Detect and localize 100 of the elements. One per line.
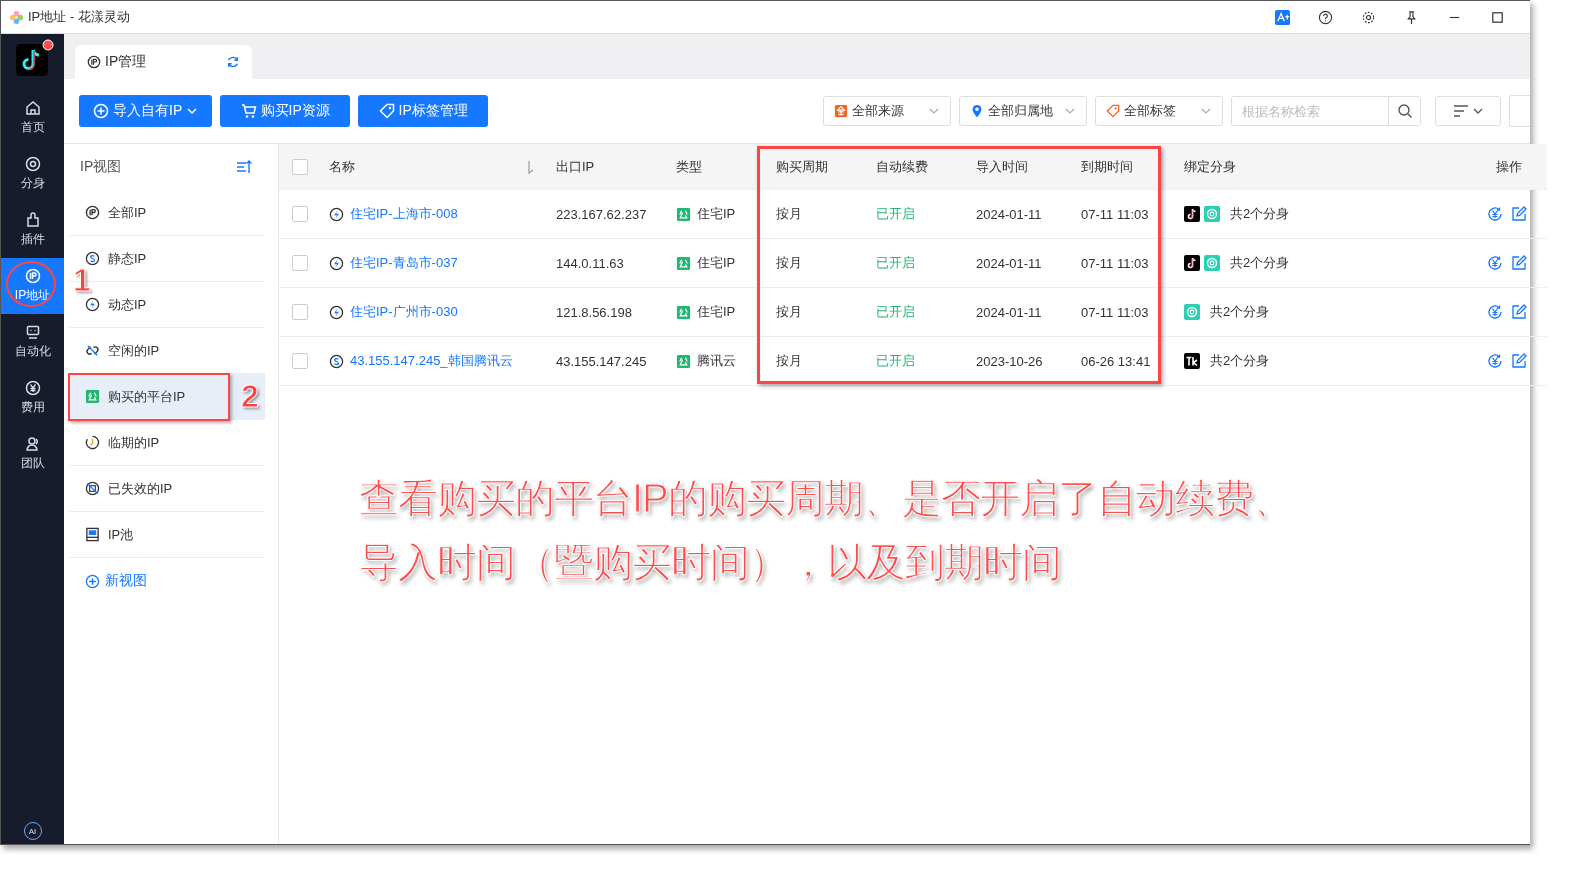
row-checkbox[interactable] (291, 304, 308, 320)
column-header: 类型 (676, 157, 702, 176)
nav-item[interactable]: 费用 (1, 370, 64, 426)
plus-circle-icon (93, 103, 109, 119)
toolbar-button[interactable]: IP标签管理 (358, 95, 489, 127)
ip-name-link[interactable]: 住宅IP-上海市-008 (350, 205, 458, 223)
refresh-icon[interactable] (226, 55, 240, 69)
filter-dropdown[interactable]: 全部归属地 (959, 96, 1087, 126)
toolbar-button[interactable]: 导入自有IP (79, 95, 213, 127)
view-item[interactable]: IP池 (69, 512, 265, 558)
search-field[interactable]: 根据名称检索 (1231, 96, 1421, 126)
lightning-icon (85, 297, 100, 312)
yen-icon (24, 380, 41, 396)
source-icon (834, 104, 848, 118)
filter-dropdown[interactable]: 全部标签 (1095, 96, 1223, 126)
table-cell: 按月 (776, 303, 802, 321)
view-item[interactable]: 临期的IP (69, 420, 265, 466)
annotation-number: 2 (241, 380, 259, 412)
ip-name-link[interactable]: 住宅IP-青岛市-037 (350, 254, 458, 272)
maximize-icon[interactable] (1490, 9, 1505, 25)
pool-icon (85, 527, 100, 542)
nav-item[interactable]: 首页 (1, 90, 64, 146)
edit-icon[interactable] (1511, 255, 1527, 271)
nav-item[interactable]: 自动化 (1, 314, 64, 370)
renew-icon[interactable] (1487, 206, 1503, 222)
row-checkbox[interactable] (291, 353, 308, 369)
tk-app-icon (1184, 353, 1200, 369)
music-note-app-icon (1184, 255, 1200, 271)
table-cell: 2023-10-26 (976, 353, 1043, 369)
pin-icon[interactable] (1404, 9, 1419, 25)
edit-icon[interactable] (1511, 353, 1527, 369)
lightning-icon (329, 255, 344, 271)
public-icon (676, 206, 691, 222)
static-icon (85, 251, 100, 266)
table-cell: 住宅IP (697, 254, 736, 272)
ip-name-link[interactable]: 住宅IP-广州市-030 (350, 303, 458, 321)
nav-item[interactable]: 分身 (1, 146, 64, 202)
public-icon (676, 353, 691, 369)
sort-button[interactable] (1435, 96, 1501, 126)
app-logo-icon (15, 39, 54, 77)
ip-name-link[interactable]: 43.155.147.245_韩国腾讯云 (350, 352, 513, 370)
table-cell: 按月 (776, 254, 802, 272)
nav-item[interactable]: 插件 (1, 202, 64, 258)
filter-dropdown[interactable]: 全部来源 (823, 96, 951, 126)
plus-circle-icon (85, 573, 100, 589)
table-cell: 144.0.11.63 (556, 255, 624, 271)
renew-icon[interactable] (1487, 304, 1503, 320)
table-cell: 2024-01-11 (976, 304, 1042, 320)
edit-icon[interactable] (1511, 206, 1527, 222)
toolbar-button[interactable]: 购买IP资源 (220, 95, 351, 127)
table-cell: 2024-01-11 (976, 206, 1042, 222)
renew-icon[interactable] (1487, 255, 1503, 271)
lightning-icon (329, 304, 344, 320)
search-button[interactable] (1388, 97, 1420, 125)
nav-item[interactable]: 团队 (1, 426, 64, 482)
sort-icon[interactable] (236, 159, 252, 175)
column-header: 导入时间 (976, 157, 1028, 176)
settings-icon[interactable] (1361, 9, 1376, 25)
edit-icon[interactable] (1511, 304, 1527, 320)
table-cell: 共2个分身 (1210, 352, 1270, 370)
table-cell: 43.155.147.245 (556, 353, 647, 369)
select-all-checkbox[interactable] (291, 158, 308, 175)
page-tab[interactable]: IP管理 (75, 45, 252, 79)
clock-icon (85, 435, 100, 450)
invalid-icon (85, 481, 100, 496)
ip-icon (85, 205, 100, 220)
table-cell: 已开启 (876, 303, 915, 321)
table-cell: 共2个分身 (1210, 303, 1270, 321)
table-cell: 按月 (776, 352, 802, 370)
robot-icon (24, 324, 41, 340)
music-note-app-icon (1184, 206, 1200, 222)
view-item[interactable]: 已失效的IP (69, 466, 265, 512)
column-header: 到期时间 (1081, 157, 1133, 176)
browser-icon (24, 156, 41, 172)
row-checkbox[interactable] (291, 206, 308, 222)
puzzle-icon (24, 212, 41, 228)
public-icon (676, 304, 691, 320)
table-cell: 住宅IP (697, 205, 736, 223)
column-header: 操作 (1496, 157, 1522, 176)
table-cell: 住宅IP (697, 303, 736, 321)
table-cell: 共2个分身 (1230, 254, 1290, 272)
table-cell: 腾讯云 (697, 352, 736, 370)
renew-icon[interactable] (1487, 353, 1503, 369)
browser-app-icon (1204, 255, 1220, 271)
table-cell: 已开启 (876, 352, 915, 370)
view-item[interactable]: 购买的平台IP 2 (69, 374, 265, 420)
table-cell: 共2个分身 (1230, 205, 1290, 223)
new-view-link[interactable]: 新视图 (69, 558, 265, 604)
browser-app-icon (1204, 206, 1220, 222)
table-cell: 07-11 11:03 (1081, 255, 1149, 271)
row-checkbox[interactable] (291, 255, 308, 271)
view-item[interactable]: 全部IP (69, 190, 265, 236)
lightning-icon (329, 206, 344, 222)
help-icon[interactable] (1318, 9, 1333, 25)
public-icon (85, 389, 100, 404)
column-header: 购买周期 (776, 157, 828, 176)
home-icon (24, 100, 41, 116)
sort-lines-icon (1453, 104, 1483, 118)
table-cell: 06-26 13:41 (1081, 353, 1151, 369)
translate-icon[interactable] (1275, 9, 1290, 25)
